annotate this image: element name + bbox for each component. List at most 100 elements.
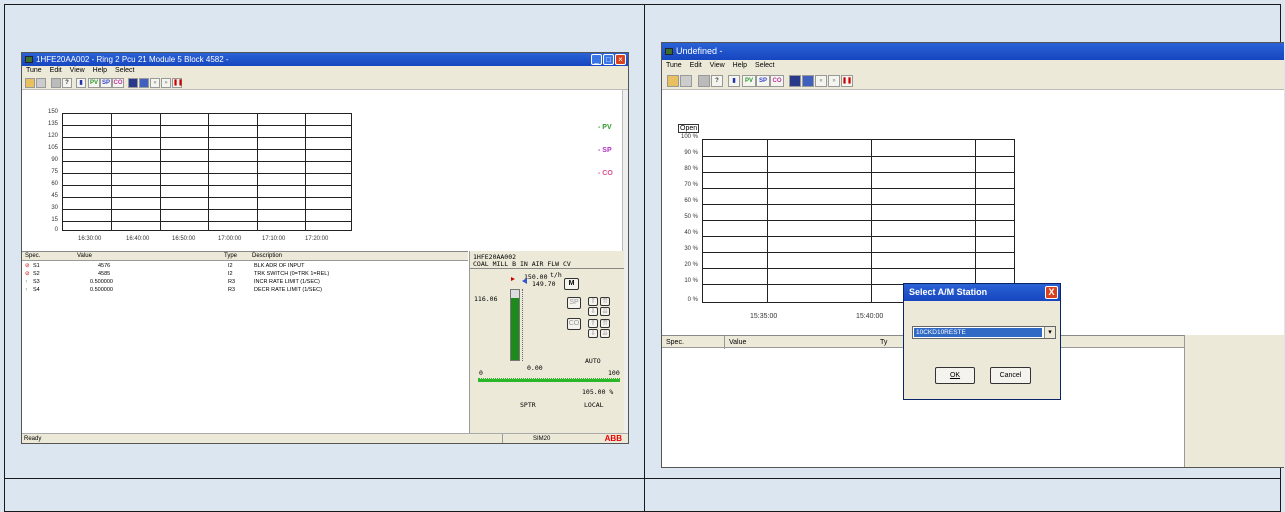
rewind-icon[interactable]: « [150, 78, 160, 88]
rewind-icon[interactable]: « [815, 75, 827, 87]
trend-icon[interactable] [802, 75, 814, 87]
x-tick: 15:35:00 [750, 313, 778, 320]
save-icon[interactable] [680, 75, 692, 87]
faceplate-desc: COAL MILL B IN AIR FLW CV [473, 260, 571, 268]
right-menu-bar: Tune Edit View Help Select [662, 60, 1284, 72]
maximize-button[interactable]: □ [603, 54, 614, 65]
y-tick: 135 [47, 121, 58, 127]
forward-icon[interactable]: » [828, 75, 840, 87]
pause-icon[interactable]: ❚❚ [172, 78, 183, 88]
print-icon[interactable] [51, 78, 61, 88]
minimize-button[interactable]: _ [591, 54, 602, 65]
menu-tune[interactable]: Tune [26, 67, 42, 74]
cancel-button[interactable]: Cancel [990, 367, 1031, 384]
co-raise-fast-icon[interactable]: ⇈ [600, 319, 610, 328]
menu-edit[interactable]: Edit [690, 62, 702, 69]
menu-help[interactable]: Help [93, 67, 107, 74]
co-text-icon[interactable]: CO [112, 78, 124, 88]
lower-fast-icon[interactable]: ⇊ [600, 307, 610, 316]
print-icon[interactable] [698, 75, 710, 87]
output-bar-ticks [478, 376, 620, 379]
open-icon[interactable] [25, 78, 35, 88]
ok-button[interactable]: OK [935, 367, 975, 384]
y-tick: 30 % [684, 246, 698, 252]
tune-icon: ↑ [25, 287, 28, 293]
co-lower-fast-icon[interactable]: ⇊ [600, 329, 610, 338]
station-icon[interactable] [789, 75, 801, 87]
sp-text-icon[interactable]: SP [756, 75, 770, 87]
left-title-bar[interactable]: 1HFE20AA002 - Ring 2 Pcu 21 Module 5 Blo… [22, 53, 628, 66]
forward-icon[interactable]: » [161, 78, 171, 88]
x-tick: 16:40:00 [126, 236, 150, 242]
col-type[interactable]: Type [224, 252, 237, 261]
x-tick: 17:00:00 [218, 236, 242, 242]
chevron-down-icon[interactable]: ▾ [1044, 327, 1055, 338]
open-label[interactable]: Open [678, 124, 700, 133]
co-raise-icon[interactable]: ⇑ [588, 319, 598, 328]
pv-text-icon[interactable]: PV [88, 78, 100, 88]
right-app-window: Undefined - Tune Edit View Help Select ?… [661, 42, 1284, 468]
pv-bar-graph [510, 289, 520, 361]
menu-view[interactable]: View [70, 67, 85, 74]
open-icon[interactable] [667, 75, 679, 87]
no-entry-icon: ⊘ [25, 271, 30, 277]
y-tick: 60 [51, 181, 58, 187]
process-value: 149.70 [532, 280, 556, 288]
co-text-icon[interactable]: CO [770, 75, 784, 87]
right-title-bar[interactable]: Undefined - [662, 43, 1284, 60]
dialog-title: Select A/M Station [909, 287, 988, 297]
cell-type: R3 [228, 279, 236, 285]
save-icon[interactable] [36, 78, 46, 88]
legend-co: - CO [598, 170, 613, 177]
y-tick: 0 % [687, 297, 698, 303]
col-value[interactable]: Value [724, 336, 746, 349]
trend-icon[interactable] [139, 78, 149, 88]
menu-edit[interactable]: Edit [50, 67, 62, 74]
close-button[interactable]: × [615, 54, 626, 65]
pause-icon[interactable]: ❚❚ [841, 75, 853, 87]
station-icon[interactable] [128, 78, 138, 88]
menu-select[interactable]: Select [755, 62, 774, 69]
cell-desc: DECR RATE LIMIT (1/SEC) [254, 287, 322, 293]
x-tick: 17:20:00 [305, 236, 329, 242]
cell-value: 0.500000 [90, 287, 113, 293]
sp-button[interactable]: SP [567, 297, 581, 309]
menu-help[interactable]: Help [733, 62, 747, 69]
col-spec[interactable]: Spec. [666, 336, 684, 349]
menu-view[interactable]: View [710, 62, 725, 69]
station-select[interactable]: 10CKD10RESTE ▾ [912, 326, 1056, 339]
local-label: LOCAL [584, 401, 604, 409]
col-spec[interactable]: Spec. [25, 252, 40, 261]
dialog-title-bar[interactable]: Select A/M Station X [904, 284, 1060, 301]
pv-bar-icon[interactable]: ▮ [76, 78, 86, 88]
right-window-title: Undefined - [676, 46, 723, 56]
sp-text-icon[interactable]: SP [100, 78, 112, 88]
manual-mode-button[interactable]: M [564, 278, 579, 290]
help-icon[interactable]: ? [62, 78, 72, 88]
col-description[interactable]: Description [252, 252, 282, 261]
raise-fast-icon[interactable]: ⇈ [600, 297, 610, 306]
raise-icon[interactable]: ⇑ [588, 297, 598, 306]
menu-select[interactable]: Select [115, 67, 134, 74]
y-tick: 30 [51, 205, 58, 211]
cell-type: R3 [228, 287, 236, 293]
menu-tune[interactable]: Tune [666, 62, 682, 69]
pv-bar-fill [511, 298, 519, 360]
cell-bottom-right [644, 478, 1281, 512]
legend-pv: - PV [598, 124, 612, 131]
col-value[interactable]: Value [77, 252, 92, 261]
co-button[interactable]: CO [567, 318, 581, 330]
y-tick: 105 [47, 145, 58, 151]
lower-icon[interactable]: ⇓ [588, 307, 598, 316]
y-tick: 90 [51, 157, 58, 163]
help-icon[interactable]: ? [711, 75, 723, 87]
output-bar [478, 379, 620, 382]
col-type[interactable]: Ty [880, 336, 887, 349]
status-sim: SIM20 [502, 434, 562, 443]
y-tick: 90 % [684, 150, 698, 156]
co-lower-icon[interactable]: ⇓ [588, 329, 598, 338]
left-value: 116.06 [474, 295, 498, 303]
dialog-close-icon[interactable]: X [1045, 286, 1058, 299]
pv-bar-icon[interactable]: ▮ [728, 75, 740, 87]
pv-text-icon[interactable]: PV [742, 75, 756, 87]
